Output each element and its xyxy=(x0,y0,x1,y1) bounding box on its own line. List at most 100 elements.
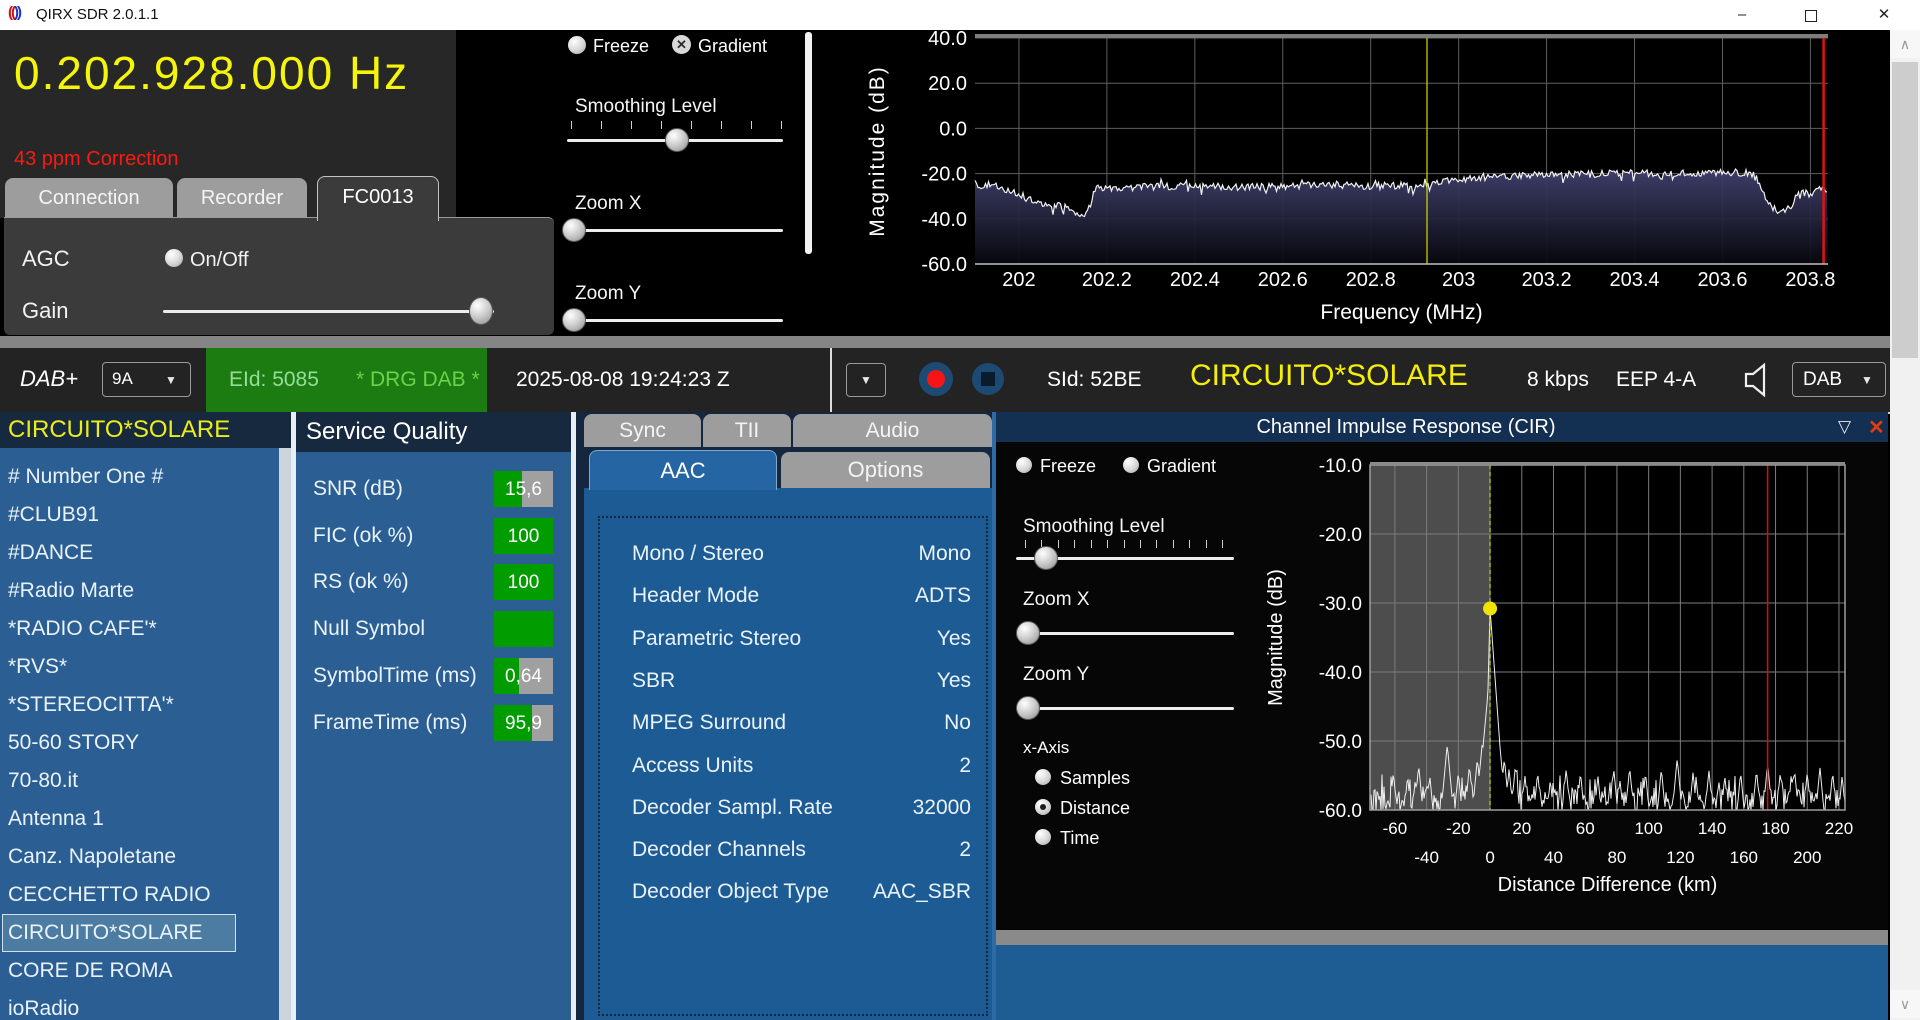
scroll-up-button[interactable]: ∧ xyxy=(1890,30,1920,58)
cir-xaxis-time-radio[interactable] xyxy=(1035,829,1051,845)
maximize-button[interactable] xyxy=(1788,0,1834,30)
station-name: ioRadio xyxy=(8,990,79,1020)
station-list-item[interactable]: CECCHETTO RADIO xyxy=(0,876,279,914)
cir-zoomx-thumb[interactable] xyxy=(1016,621,1040,645)
frequency-display[interactable]: 0.202.928.000 Hz xyxy=(14,46,409,100)
station-list-item[interactable]: CIRCUITO*SOLARE xyxy=(2,914,236,952)
station-name: 70-80.it xyxy=(8,762,78,800)
svg-text:160: 160 xyxy=(1730,848,1758,867)
minimize-button[interactable]: – xyxy=(1719,0,1765,30)
cir-xaxis-samples-radio[interactable] xyxy=(1035,769,1051,785)
station-name: *STEREOCITTA'* xyxy=(8,686,174,724)
gain-slider-track[interactable] xyxy=(163,310,494,313)
station-list-item[interactable]: *RADIO CAFE'* xyxy=(0,610,279,648)
spectrum-zoomx-track[interactable] xyxy=(567,229,783,232)
tab-connection[interactable]: Connection xyxy=(5,178,173,219)
scroll-down-button[interactable]: ∨ xyxy=(1890,990,1920,1018)
ensemble-name: * DRG DAB * xyxy=(356,368,480,392)
scroll-down-icon: ∨ xyxy=(1900,996,1910,1012)
property-label: Parametric Stereo xyxy=(632,627,801,651)
output-mode-select[interactable]: DAB ▼ xyxy=(1792,362,1886,397)
spectrum-chart[interactable]: 40.020.00.0-20.0-40.0-60.0202202.2202.42… xyxy=(860,28,1888,334)
station-list-item[interactable]: # Number One # xyxy=(0,458,279,496)
station-list-item[interactable]: ioRadio xyxy=(0,990,279,1020)
main-scrollbar[interactable]: ∧ ∨ xyxy=(1890,30,1920,1020)
property-value: 2 xyxy=(959,754,971,778)
tuner-tab-content: AGC On/Off Gain xyxy=(4,217,554,335)
window-titlebar: (()) QIRX SDR 2.0.1.1 – ✕ xyxy=(0,0,1920,30)
cir-xaxis-label: x-Axis xyxy=(1023,738,1069,758)
spectrum-zoomx-thumb[interactable] xyxy=(562,218,586,242)
tab-audio[interactable]: Audio xyxy=(793,414,992,447)
station-list-item[interactable]: #CLUB91 xyxy=(0,496,279,534)
cir-collapse-icon[interactable]: ▽ xyxy=(1838,417,1851,437)
spectrum-controls-scrollbar[interactable] xyxy=(805,32,812,254)
metric-label: Null Symbol xyxy=(313,617,425,641)
cir-zoomy-thumb[interactable] xyxy=(1016,696,1040,720)
ensemble-status-box: EId: 5085 * DRG DAB * xyxy=(206,348,487,412)
station-list-item[interactable]: 70-80.it xyxy=(0,762,279,800)
station-list-item[interactable]: CORE DE ROMA xyxy=(0,952,279,990)
station-list-item[interactable]: Canz. Napoletane xyxy=(0,838,279,876)
cir-bottom-splitter[interactable] xyxy=(996,930,1888,945)
spectrum-freeze-radio[interactable] xyxy=(568,36,586,54)
cir-freeze-radio[interactable] xyxy=(1016,457,1032,473)
metric-label: RS (ok %) xyxy=(313,570,409,594)
quality-metric-row: RS (ok %) 100 xyxy=(296,563,571,601)
svg-text:203: 203 xyxy=(1442,269,1475,291)
close-button[interactable]: ✕ xyxy=(1861,0,1907,30)
tab-recorder[interactable]: Recorder xyxy=(177,178,307,219)
tab-fc0013[interactable]: FC0013 xyxy=(317,176,439,221)
spectrum-smoothing-thumb[interactable] xyxy=(665,128,689,152)
svg-text:0: 0 xyxy=(1485,848,1494,867)
cir-window-body: Freeze Gradient Smoothing Level Zoom X Z… xyxy=(996,442,1888,930)
cir-gradient-radio[interactable] xyxy=(1123,457,1139,473)
cir-chart[interactable]: -10.0-20.0-30.0-40.0-50.0-60.0-60-202060… xyxy=(1250,442,1888,930)
station-name: #DANCE xyxy=(8,534,93,572)
tab-aac[interactable]: AAC xyxy=(589,450,777,490)
scrollbar-thumb[interactable] xyxy=(1892,62,1918,358)
station-name: Antenna 1 xyxy=(8,800,104,838)
cir-close-icon[interactable]: ✕ xyxy=(1868,415,1885,440)
spectrum-zoomy-track[interactable] xyxy=(567,319,783,322)
dab-bar-separator xyxy=(830,348,832,412)
svg-text:-60.0: -60.0 xyxy=(921,254,967,276)
speaker-icon[interactable] xyxy=(1742,361,1778,399)
metric-label: SNR (dB) xyxy=(313,477,403,501)
tab-options[interactable]: Options xyxy=(781,452,990,488)
stop-button[interactable] xyxy=(972,363,1004,395)
channel-select[interactable]: 9A ▼ xyxy=(102,362,191,397)
aac-property-row: Mono / Stereo Mono xyxy=(600,542,986,568)
station-list-item[interactable]: #DANCE xyxy=(0,534,279,572)
aac-property-row: Access Units 2 xyxy=(600,754,986,780)
tab-sync[interactable]: Sync xyxy=(584,414,701,447)
station-list-item[interactable]: *RVS* xyxy=(0,648,279,686)
station-list-scrollbar[interactable] xyxy=(279,448,291,1020)
station-list-item[interactable]: 50-60 STORY xyxy=(0,724,279,762)
splitter-horizontal[interactable] xyxy=(0,336,1890,348)
station-list-item[interactable]: *STEREOCITTA'* xyxy=(0,686,279,724)
record-options-dropdown[interactable]: ▼ xyxy=(846,363,886,397)
station-list-item[interactable]: #Radio Marte xyxy=(0,572,279,610)
svg-text:-40.0: -40.0 xyxy=(921,209,967,231)
svg-text:-30.0: -30.0 xyxy=(1319,594,1362,615)
svg-text:140: 140 xyxy=(1698,819,1726,838)
metric-value: 15,6 xyxy=(494,479,553,501)
quality-metric-row: SNR (dB) 15,6 xyxy=(296,470,571,508)
agc-radio[interactable] xyxy=(165,249,183,267)
record-button[interactable] xyxy=(919,362,953,396)
gain-slider-thumb[interactable] xyxy=(469,297,493,325)
svg-text:60: 60 xyxy=(1576,819,1595,838)
spectrum-gradient-label: Gradient xyxy=(698,36,767,57)
cir-window-titlebar[interactable]: Channel Impulse Response (CIR) ▽ ✕ xyxy=(996,412,1888,442)
cir-zoomy-track[interactable] xyxy=(1016,707,1234,710)
tab-tii[interactable]: TII xyxy=(703,414,791,447)
spectrum-zoomy-thumb[interactable] xyxy=(562,308,586,332)
cir-smoothing-thumb[interactable] xyxy=(1034,546,1058,570)
property-value: No xyxy=(944,711,971,735)
cir-zoomx-track[interactable] xyxy=(1016,632,1234,635)
ensemble-id: EId: 5085 xyxy=(229,368,319,392)
cir-xaxis-distance-radio[interactable] xyxy=(1035,799,1051,815)
station-list-item[interactable]: Antenna 1 xyxy=(0,800,279,838)
spectrum-gradient-checkbox[interactable]: ✕ xyxy=(672,35,691,54)
